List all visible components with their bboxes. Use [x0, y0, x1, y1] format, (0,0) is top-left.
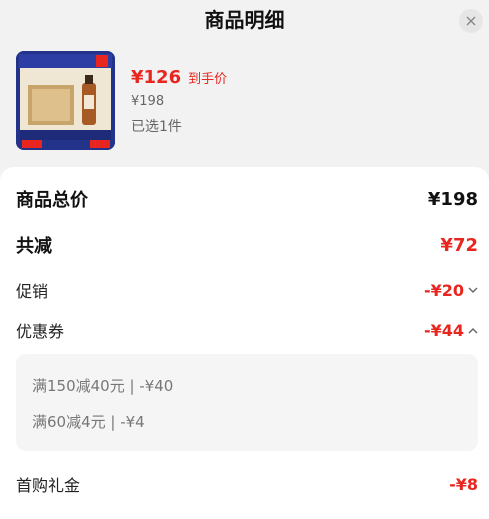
coupon-detail-box: 满150减40元 | -¥40 满60减4元 | -¥4 — [16, 354, 478, 451]
price-row: ¥126 到手价 — [131, 67, 227, 88]
promo-value-group: -¥20 — [424, 281, 478, 300]
discount-total-value: ¥72 — [440, 234, 478, 256]
product-image — [16, 51, 115, 150]
close-icon — [466, 16, 476, 26]
first-buy-row: 首购礼金 -¥8 — [16, 472, 478, 496]
coupon-value: -¥44 — [423, 320, 464, 340]
total-price-row: 商品总价 ¥198 — [16, 186, 478, 212]
current-price: ¥126 — [131, 67, 182, 88]
selected-quantity: 已选1件 — [131, 119, 182, 135]
coupon-item: 满60减4元 | -¥4 — [32, 413, 145, 431]
promo-value: -¥20 — [423, 280, 464, 300]
product-thumbnail[interactable] — [16, 51, 115, 150]
coupon-item: 满150减40元 | -¥40 — [32, 377, 174, 395]
discount-total-label: 共减 — [16, 236, 52, 257]
first-buy-label: 首购礼金 — [16, 476, 81, 495]
price-tag: 到手价 — [188, 72, 228, 87]
discount-total-row: 共减 ¥72 — [16, 232, 478, 258]
promo-label: 促销 — [16, 282, 49, 301]
total-price-label: 商品总价 — [16, 190, 88, 211]
first-buy-value: -¥8 — [449, 474, 478, 494]
promo-row[interactable]: 促销 -¥20 — [16, 278, 478, 302]
chevron-down-icon — [468, 287, 478, 294]
coupon-value-group: -¥44 — [424, 321, 478, 340]
original-price: ¥198 — [131, 94, 165, 109]
sheet-title: 商品明细 — [204, 8, 285, 32]
total-price-value: ¥198 — [427, 188, 478, 210]
chevron-up-icon — [468, 327, 478, 334]
coupon-row[interactable]: 优惠券 -¥44 — [16, 318, 478, 342]
close-button[interactable] — [459, 9, 483, 33]
order-detail-sheet: 商品明细 ¥126 到手价 ¥198 已选1件 商品总价 ¥198 共减 ¥72… — [0, 0, 489, 519]
price-breakdown-panel — [0, 167, 489, 519]
coupon-label: 优惠券 — [16, 322, 65, 341]
